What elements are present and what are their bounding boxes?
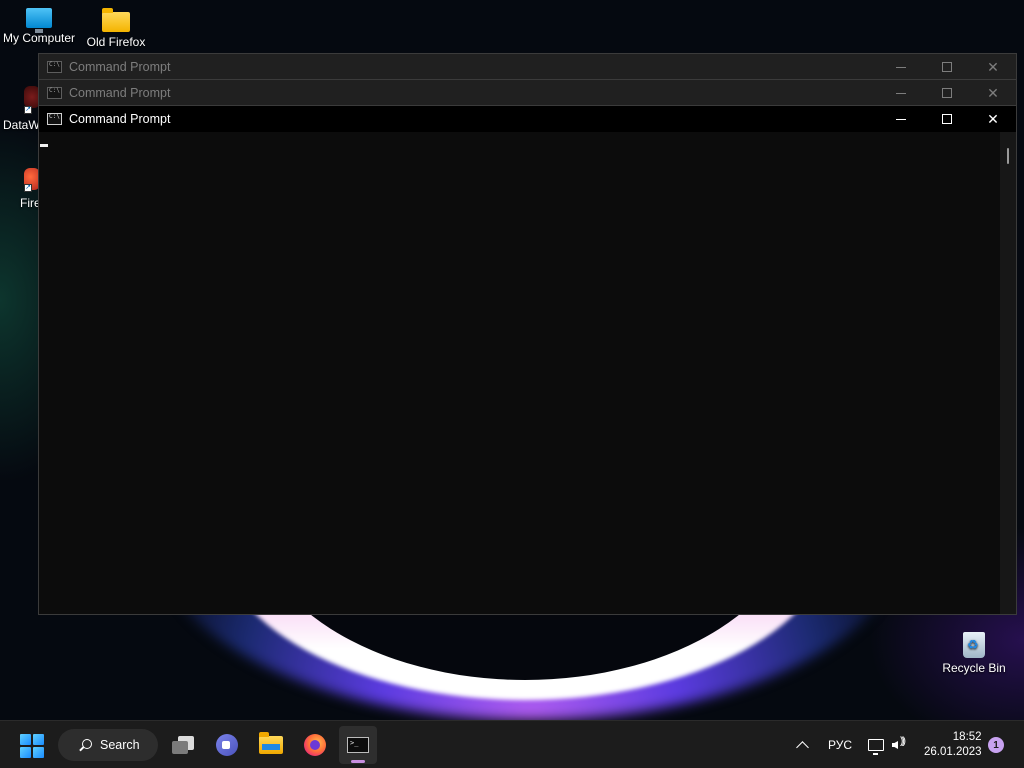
volume-icon (892, 736, 910, 752)
minimize-icon (896, 118, 906, 120)
firefox-icon (304, 734, 326, 756)
command-prompt-button[interactable] (339, 726, 377, 764)
text-cursor (40, 144, 48, 147)
maximize-button[interactable] (924, 80, 970, 106)
input-language-indicator[interactable]: РУС (828, 721, 852, 768)
minimize-icon (896, 92, 906, 94)
command-prompt-icon (347, 737, 369, 753)
clock[interactable]: 18:52 26.01.2023 (924, 721, 982, 768)
file-explorer-button[interactable] (252, 726, 290, 764)
windows-logo-tile (33, 747, 44, 758)
cmd-window-active[interactable]: Command Prompt ✕ (38, 105, 1017, 615)
close-button[interactable]: ✕ (970, 80, 1016, 106)
window-title: Command Prompt (69, 86, 171, 100)
desktop-icon-old-firefox[interactable]: Old Firefox (77, 8, 155, 49)
minimize-icon (896, 66, 906, 68)
desktop-icon-label: DataW (3, 118, 40, 132)
notification-center-button[interactable]: 1 (988, 721, 1004, 768)
scrollbar-thumb[interactable] (1007, 148, 1009, 164)
console-output[interactable] (39, 132, 1000, 614)
minimize-button[interactable] (878, 80, 924, 106)
vertical-scrollbar[interactable] (1000, 132, 1016, 614)
clock-date: 26.01.2023 (924, 746, 982, 758)
desktop-icon-label: Recycle Bin (942, 661, 1006, 675)
window-titlebar[interactable]: Command Prompt ✕ (39, 106, 1016, 132)
shortcut-arrow-icon: ↗ (24, 184, 32, 192)
shortcut-arrow-icon: ↗ (24, 106, 32, 114)
minimize-button[interactable] (878, 106, 924, 132)
file-explorer-icon (259, 732, 283, 754)
window-title: Command Prompt (69, 60, 171, 74)
running-indicator (351, 760, 365, 763)
maximize-icon (942, 88, 952, 98)
meet-icon (216, 734, 238, 756)
windows-logo-tile (33, 734, 44, 745)
maximize-button[interactable] (924, 54, 970, 80)
cmd-icon (47, 87, 62, 99)
maximize-icon (942, 114, 952, 124)
desktop-icon-my-computer[interactable]: My Computer (0, 8, 78, 45)
maximize-icon (942, 62, 952, 72)
recycle-bin-icon (963, 632, 985, 658)
clock-time: 18:52 (952, 731, 982, 743)
monitor-icon (26, 8, 52, 33)
notification-badge: 1 (988, 737, 1004, 753)
meet-button[interactable] (208, 726, 246, 764)
window-title: Command Prompt (69, 112, 171, 126)
firefox-button[interactable] (296, 726, 334, 764)
search-label: Search (100, 738, 140, 752)
search-icon (82, 739, 92, 749)
desktop-icon-recycle-bin[interactable]: Recycle Bin (935, 632, 1013, 675)
language-label: РУС (828, 738, 853, 752)
cmd-window-background-2[interactable]: Command Prompt ✕ (38, 79, 1017, 107)
cmd-icon (47, 113, 62, 125)
network-button[interactable] (868, 721, 884, 768)
windows-logo-tile (20, 734, 31, 745)
close-icon: ✕ (987, 110, 999, 127)
start-button[interactable] (20, 734, 44, 758)
windows-logo-tile (20, 747, 31, 758)
cmd-window-background-1[interactable]: Command Prompt ✕ (38, 53, 1017, 81)
chevron-up-icon (796, 741, 809, 754)
desktop-icon-label: Old Firefox (86, 35, 146, 49)
cmd-icon (47, 61, 62, 73)
close-button[interactable]: ✕ (970, 106, 1016, 132)
minimize-button[interactable] (878, 54, 924, 80)
desktop-icon-label: My Computer (2, 31, 76, 45)
network-icon (868, 739, 884, 755)
window-titlebar[interactable]: Command Prompt ✕ (39, 80, 1016, 106)
window-titlebar[interactable]: Command Prompt ✕ (39, 54, 1016, 80)
folder-icon (102, 8, 130, 32)
close-button[interactable]: ✕ (970, 54, 1016, 80)
taskbar: Search РУС 18:52 26.01.2023 1 (0, 720, 1024, 768)
close-icon: ✕ (987, 58, 999, 75)
maximize-button[interactable] (924, 106, 970, 132)
task-view-button[interactable] (164, 726, 202, 764)
close-icon: ✕ (987, 84, 999, 101)
volume-button[interactable] (892, 721, 910, 768)
taskbar-search[interactable]: Search (58, 729, 158, 761)
show-hidden-icons-button[interactable] (796, 721, 809, 768)
task-view-icon (172, 736, 194, 754)
